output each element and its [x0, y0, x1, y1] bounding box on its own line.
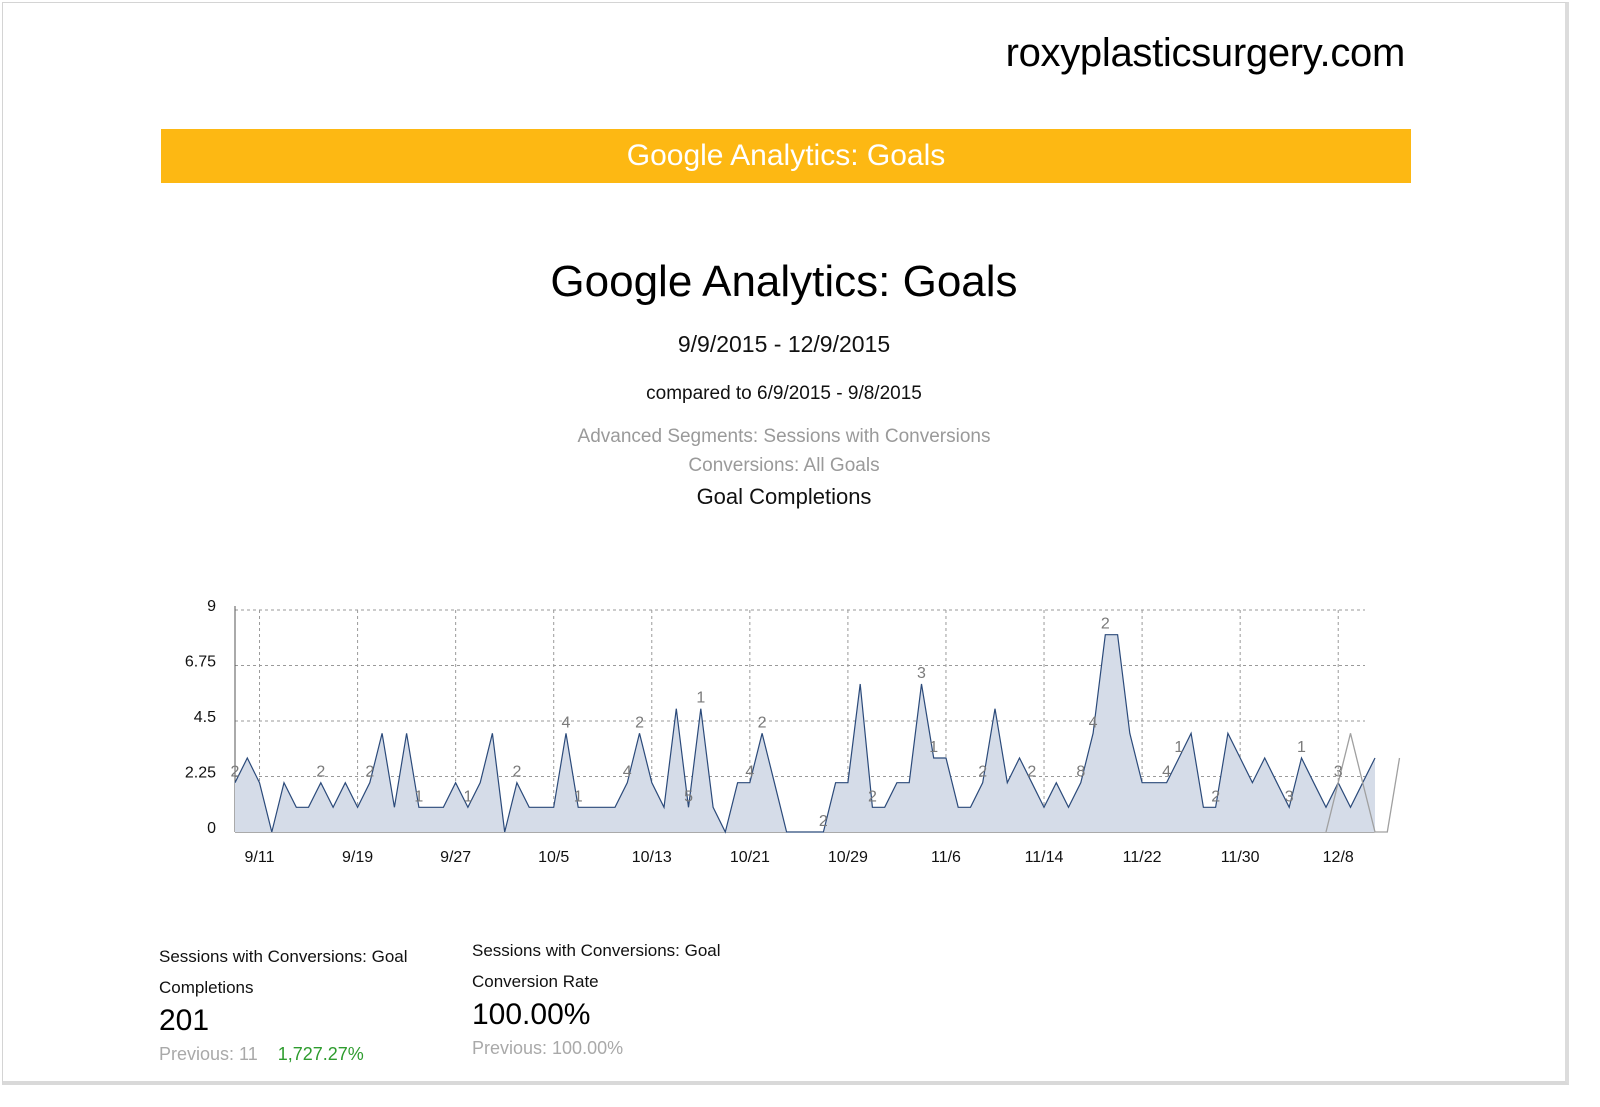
metric-previous-value: Previous: 11 [159, 1044, 258, 1064]
data-label: 2 [868, 788, 877, 805]
chart-title: Goal Completions [696, 484, 872, 509]
data-label: 1 [1297, 739, 1306, 756]
x-tick-label: 11/30 [1221, 849, 1260, 866]
x-tick-label: 9/27 [440, 849, 471, 866]
x-tick-label: 11/6 [931, 849, 961, 866]
x-tick-label: 10/29 [828, 849, 868, 866]
comparison-range: compared to 6/9/2015 - 9/8/2015 [646, 383, 922, 404]
y-tick-label: 6.75 [185, 654, 216, 671]
data-label: 4 [623, 764, 632, 781]
data-label: 2 [1101, 616, 1110, 633]
data-label: 1 [414, 788, 423, 805]
data-label: 1 [463, 788, 472, 805]
metric-previous: Previous: 11 1,727.27% [159, 1044, 439, 1065]
data-label: 2 [819, 813, 828, 830]
data-label: 4 [745, 764, 754, 781]
section-banner: Google Analytics: Goals [161, 129, 1411, 183]
metric-value: 201 [159, 1004, 210, 1037]
conversions-filter: Conversions: All Goals [688, 455, 880, 476]
data-label: 1 [696, 690, 705, 707]
data-label: 5 [684, 788, 693, 805]
data-label: 4 [1089, 714, 1098, 731]
data-label: 2 [316, 764, 325, 781]
report-title: Google Analytics: Goals [550, 257, 1018, 306]
data-label: 2 [1211, 788, 1220, 805]
metric-change: 1,727.27% [277, 1044, 364, 1064]
x-tick-label: 9/19 [342, 849, 373, 866]
x-tick-label: 12/8 [1323, 849, 1354, 866]
data-label: 2 [365, 764, 374, 781]
data-label: 2 [635, 714, 644, 731]
data-label: 2 [1027, 764, 1036, 781]
goal-completions-chart: 0 2.25 4.5 6.75 9 9/11 9/19 9/27 10/5 10/13 10/21 1… [185, 598, 1401, 866]
x-tick-label: 11/22 [1123, 849, 1162, 866]
data-label: 3 [917, 665, 926, 682]
data-label: 3 [1334, 764, 1343, 781]
metric-label: Sessions with Conversions: Goal Conversi… [472, 941, 721, 991]
y-tick-label: 4.5 [194, 709, 216, 726]
metric-value: 100.00% [472, 998, 591, 1031]
x-tick-label: 11/14 [1025, 849, 1064, 866]
report-page: roxyplasticsurgery.com Google Analytics:… [2, 2, 1569, 1085]
data-label: 1 [574, 788, 583, 805]
data-label: 4 [562, 714, 571, 731]
data-label: 4 [1162, 764, 1171, 781]
data-label: 2 [978, 764, 987, 781]
data-label: 1 [929, 739, 938, 756]
y-tick-label: 9 [207, 598, 216, 615]
metric-previous: Previous: 100.00% [472, 1038, 752, 1059]
data-label: 2 [231, 764, 240, 781]
metric-conversion-rate: Sessions with Conversions: Goal Conversi… [472, 935, 752, 1059]
y-tick-label: 0 [207, 820, 216, 837]
advanced-segments: Advanced Segments: Sessions with Convers… [577, 426, 991, 447]
data-label: 2 [512, 764, 521, 781]
data-label: 2 [758, 714, 767, 731]
metric-goal-completions: Sessions with Conversions: Goal Completi… [159, 941, 439, 1065]
data-label: 1 [1174, 739, 1183, 756]
x-tick-label: 10/5 [538, 849, 569, 866]
metric-label: Sessions with Conversions: Goal Completi… [159, 947, 408, 997]
data-label: 3 [1285, 788, 1294, 805]
y-tick-label: 2.25 [185, 765, 216, 782]
date-range: 9/9/2015 - 12/9/2015 [677, 331, 891, 357]
site-name: roxyplasticsurgery.com [1005, 31, 1406, 75]
x-tick-label: 10/21 [730, 849, 770, 866]
x-tick-label: 9/11 [245, 849, 275, 866]
metric-previous-value: Previous: 100.00% [472, 1038, 624, 1058]
x-tick-label: 10/13 [632, 849, 672, 866]
data-label: 8 [1076, 764, 1085, 781]
